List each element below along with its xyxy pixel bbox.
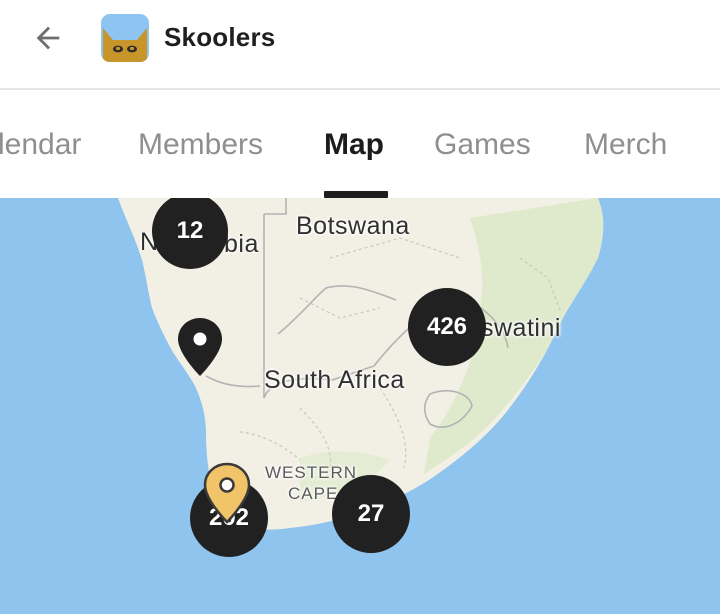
map-label-eswatini: swatini <box>481 314 561 342</box>
app-title: Skoolers <box>164 22 276 52</box>
tab-bar: lendar Members Map Games Merch <box>0 90 720 198</box>
cat-logo-icon <box>101 14 149 62</box>
map-label-south-africa: South Africa <box>264 366 405 394</box>
tab-merch[interactable]: Merch <box>584 128 667 162</box>
map-label-cape: CAPE <box>288 484 339 503</box>
map-label-botswana: Botswana <box>296 212 410 240</box>
map-view[interactable]: N bia Botswana swatini South Africa WEST… <box>0 198 720 614</box>
tab-map[interactable]: Map <box>324 128 384 162</box>
map-cluster-marker[interactable]: 27 <box>332 475 410 553</box>
back-button[interactable] <box>26 20 70 56</box>
map-cluster-marker[interactable]: 426 <box>408 288 486 366</box>
tab-members[interactable]: Members <box>138 128 263 162</box>
arrow-left-icon <box>36 26 60 50</box>
app-header: Skoolers <box>0 0 720 88</box>
map-label-western: WESTERN <box>265 463 357 482</box>
map-label-namibia-right: bia <box>224 230 259 258</box>
active-tab-indicator <box>324 191 388 198</box>
tab-games[interactable]: Games <box>434 128 531 162</box>
tab-calendar[interactable]: lendar <box>0 128 81 162</box>
